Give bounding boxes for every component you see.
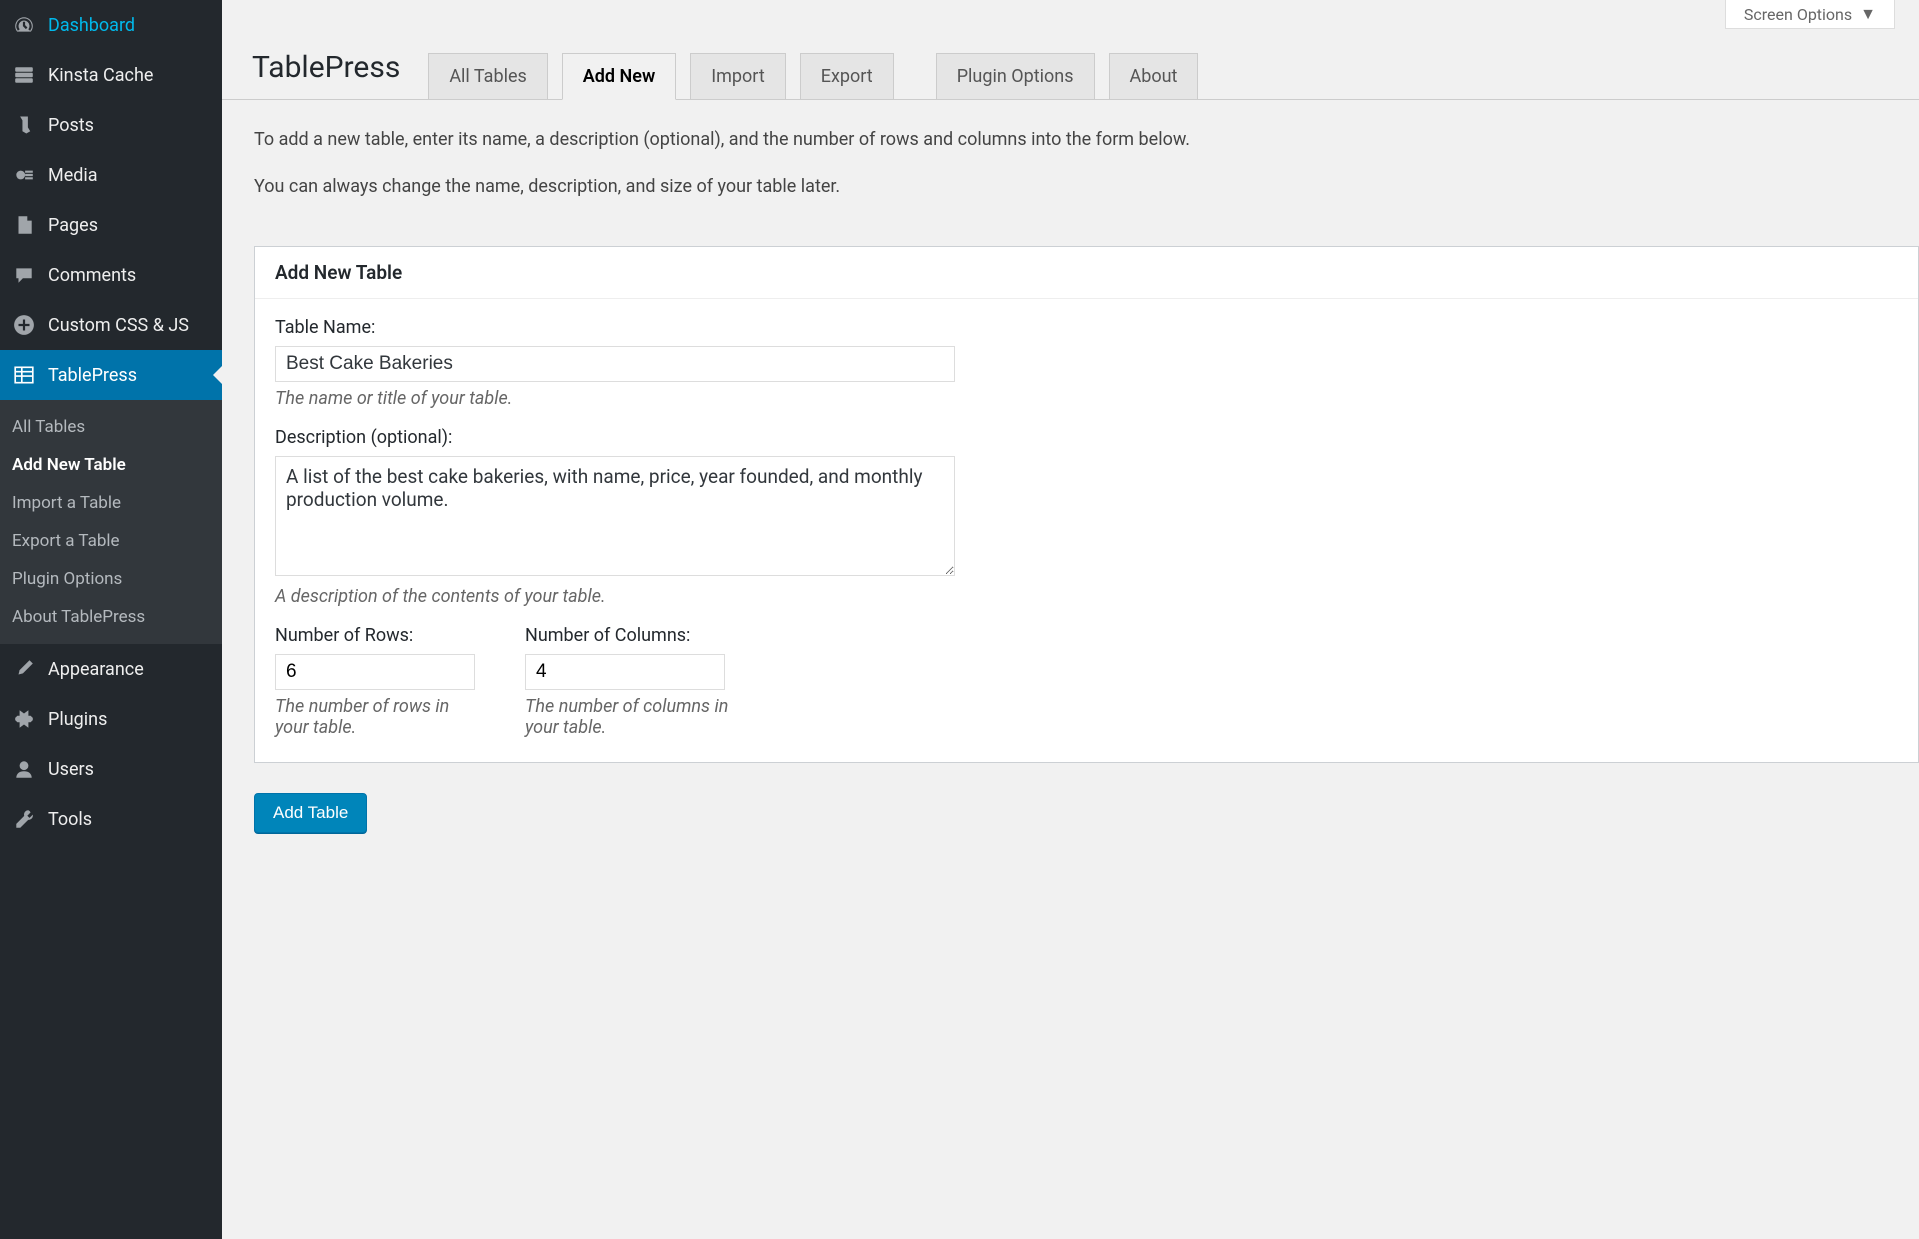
sidebar-subitem-add-new-table[interactable]: Add New Table [0, 446, 222, 484]
sidebar-label: Plugins [48, 709, 107, 730]
intro-text: To add a new table, enter its name, a de… [222, 100, 1919, 230]
user-icon [12, 757, 36, 781]
cols-hint: The number of columns in your table. [525, 696, 735, 738]
tab-plugin-options[interactable]: Plugin Options [936, 53, 1095, 100]
description-textarea[interactable] [275, 456, 955, 576]
screen-options-button[interactable]: Screen Options ▼ [1725, 0, 1895, 29]
pages-icon [12, 213, 36, 237]
sidebar-label: Media [48, 165, 98, 186]
sidebar-subitem-all-tables[interactable]: All Tables [0, 408, 222, 446]
cols-field: Number of Columns: The number of columns… [525, 625, 735, 738]
sidebar-item-users[interactable]: Users [0, 744, 222, 794]
description-field: Description (optional): A description of… [275, 427, 1898, 607]
rows-input[interactable] [275, 654, 475, 690]
comment-icon [12, 263, 36, 287]
table-name-field: Table Name: The name or title of your ta… [275, 317, 1898, 409]
tabs: All Tables Add New Import Export Plugin … [428, 53, 1198, 100]
postbox-header: Add New Table [255, 247, 1918, 299]
sidebar-label: Comments [48, 265, 136, 286]
add-new-table-postbox: Add New Table Table Name: The name or ti… [254, 246, 1919, 763]
description-label: Description (optional): [275, 427, 1898, 448]
sidebar-item-comments[interactable]: Comments [0, 250, 222, 300]
sidebar-item-tools[interactable]: Tools [0, 794, 222, 844]
chevron-down-icon: ▼ [1860, 4, 1876, 24]
sidebar-subitem-import-table[interactable]: Import a Table [0, 484, 222, 522]
table-name-input[interactable] [275, 346, 955, 382]
cols-input[interactable] [525, 654, 725, 690]
sidebar-label: Pages [48, 215, 98, 236]
sidebar-subitem-export-table[interactable]: Export a Table [0, 522, 222, 560]
table-name-hint: The name or title of your table. [275, 388, 1898, 409]
tab-separator [908, 53, 922, 100]
sidebar-item-appearance[interactable]: Appearance [0, 644, 222, 694]
plugin-icon [12, 707, 36, 731]
intro-line-2: You can always change the name, descript… [254, 173, 1887, 202]
sidebar-subitem-plugin-options[interactable]: Plugin Options [0, 560, 222, 598]
media-icon [12, 163, 36, 187]
sidebar-label: Posts [48, 115, 94, 136]
sidebar-label: Tools [48, 809, 92, 830]
sidebar-item-pages[interactable]: Pages [0, 200, 222, 250]
wrench-icon [12, 807, 36, 831]
submit-area: Add Table [222, 763, 1919, 863]
dashboard-icon [12, 13, 36, 37]
pin-icon [12, 113, 36, 137]
rows-field: Number of Rows: The number of rows in yo… [275, 625, 485, 738]
table-name-label: Table Name: [275, 317, 1898, 338]
sidebar-label: Custom CSS & JS [48, 315, 189, 336]
postbox-body: Table Name: The name or title of your ta… [255, 299, 1918, 762]
main-content: Screen Options ▼ TablePress All Tables A… [222, 0, 1919, 1239]
sidebar-label: Kinsta Cache [48, 65, 153, 86]
rows-hint: The number of rows in your table. [275, 696, 485, 738]
sidebar-item-custom-css-js[interactable]: Custom CSS & JS [0, 300, 222, 350]
sidebar-item-kinsta-cache[interactable]: Kinsta Cache [0, 50, 222, 100]
sidebar-item-tablepress[interactable]: TablePress [0, 350, 222, 400]
server-icon [12, 63, 36, 87]
plus-circle-icon [12, 313, 36, 337]
tab-all-tables[interactable]: All Tables [428, 53, 547, 100]
brush-icon [12, 657, 36, 681]
cols-label: Number of Columns: [525, 625, 735, 646]
tab-import[interactable]: Import [690, 53, 785, 100]
page-title: TablePress [252, 50, 400, 99]
sidebar-subitem-about-tablepress[interactable]: About TablePress [0, 598, 222, 636]
tab-export[interactable]: Export [800, 53, 894, 100]
admin-sidebar: Dashboard Kinsta Cache Posts Media Pages… [0, 0, 222, 1239]
sidebar-item-media[interactable]: Media [0, 150, 222, 200]
page-header: TablePress All Tables Add New Import Exp… [222, 50, 1919, 100]
tab-add-new[interactable]: Add New [562, 53, 676, 100]
sidebar-item-dashboard[interactable]: Dashboard [0, 0, 222, 50]
sidebar-label: TablePress [48, 365, 137, 386]
table-icon [12, 363, 36, 387]
screen-options-label: Screen Options [1744, 5, 1852, 24]
description-hint: A description of the contents of your ta… [275, 586, 1898, 607]
sidebar-label: Appearance [48, 659, 144, 680]
rows-label: Number of Rows: [275, 625, 485, 646]
rows-cols-row: Number of Rows: The number of rows in yo… [275, 625, 1898, 738]
sidebar-submenu: All Tables Add New Table Import a Table … [0, 400, 222, 644]
sidebar-label: Dashboard [48, 15, 135, 36]
tab-about[interactable]: About [1109, 53, 1199, 100]
intro-line-1: To add a new table, enter its name, a de… [254, 126, 1887, 155]
sidebar-label: Users [48, 759, 94, 780]
sidebar-item-posts[interactable]: Posts [0, 100, 222, 150]
add-table-button[interactable]: Add Table [254, 793, 367, 833]
sidebar-item-plugins[interactable]: Plugins [0, 694, 222, 744]
